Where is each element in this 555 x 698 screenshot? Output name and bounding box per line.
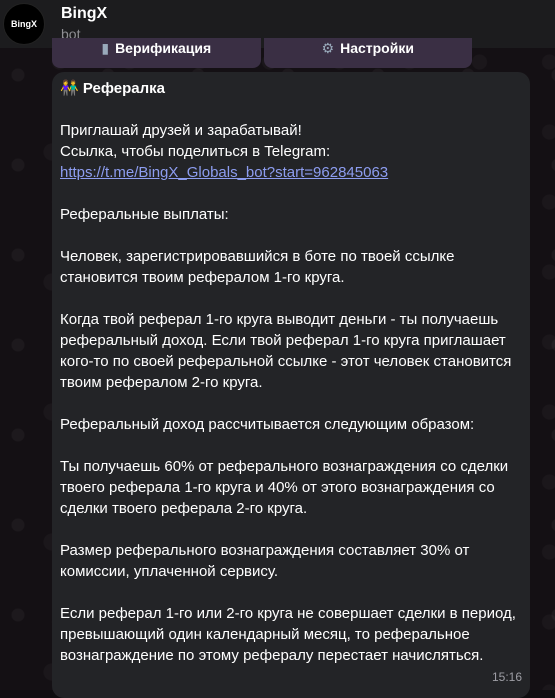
message-time: 15:16 [491, 670, 522, 684]
settings-button[interactable]: ⚙ Настройки [263, 38, 472, 68]
message-heading-text: Рефералка [82, 80, 165, 97]
gear-icon: ⚙ [321, 40, 335, 56]
paragraph-inactivity: Если реферал 1-го или 2-го круга не сове… [60, 605, 516, 664]
people-icon: 👫 [60, 80, 79, 97]
paragraph-calculation: Реферальный доход рассчитывается следующ… [60, 416, 475, 433]
verify-icon: ▮ [101, 40, 110, 56]
chat-title: BingX [61, 5, 108, 22]
referral-link[interactable]: https://t.me/BingX_Globals_bot?start=962… [60, 164, 388, 181]
paragraph-reward-size: Размер реферального вознаграждения соста… [60, 542, 470, 580]
paragraph-percentages: Ты получаешь 60% от реферального вознагр… [60, 458, 509, 517]
payouts-title: Реферальные выплаты: [60, 206, 229, 223]
paragraph-second-circle: Когда твой реферал 1-го круга выводит де… [60, 311, 512, 391]
bot-avatar[interactable]: BingX [3, 3, 45, 45]
invite-line: Приглашай друзей и зарабатывай! [60, 122, 302, 139]
message-bubble: 👫 Рефералка Приглашай друзей и зарабатыв… [52, 72, 530, 698]
share-line: Ссылка, чтобы поделиться в Telegram: [60, 143, 331, 160]
inline-keyboard: ▮ Верификация ⚙ Настройки [52, 38, 472, 70]
message-heading: 👫 Рефералка [60, 78, 522, 99]
verification-button[interactable]: ▮ Верификация [52, 38, 261, 68]
verification-button-label: Верификация [115, 40, 212, 56]
settings-button-label: Настройки [340, 40, 414, 56]
paragraph-first-circle: Человек, зарегистрировавшийся в боте по … [60, 248, 455, 286]
